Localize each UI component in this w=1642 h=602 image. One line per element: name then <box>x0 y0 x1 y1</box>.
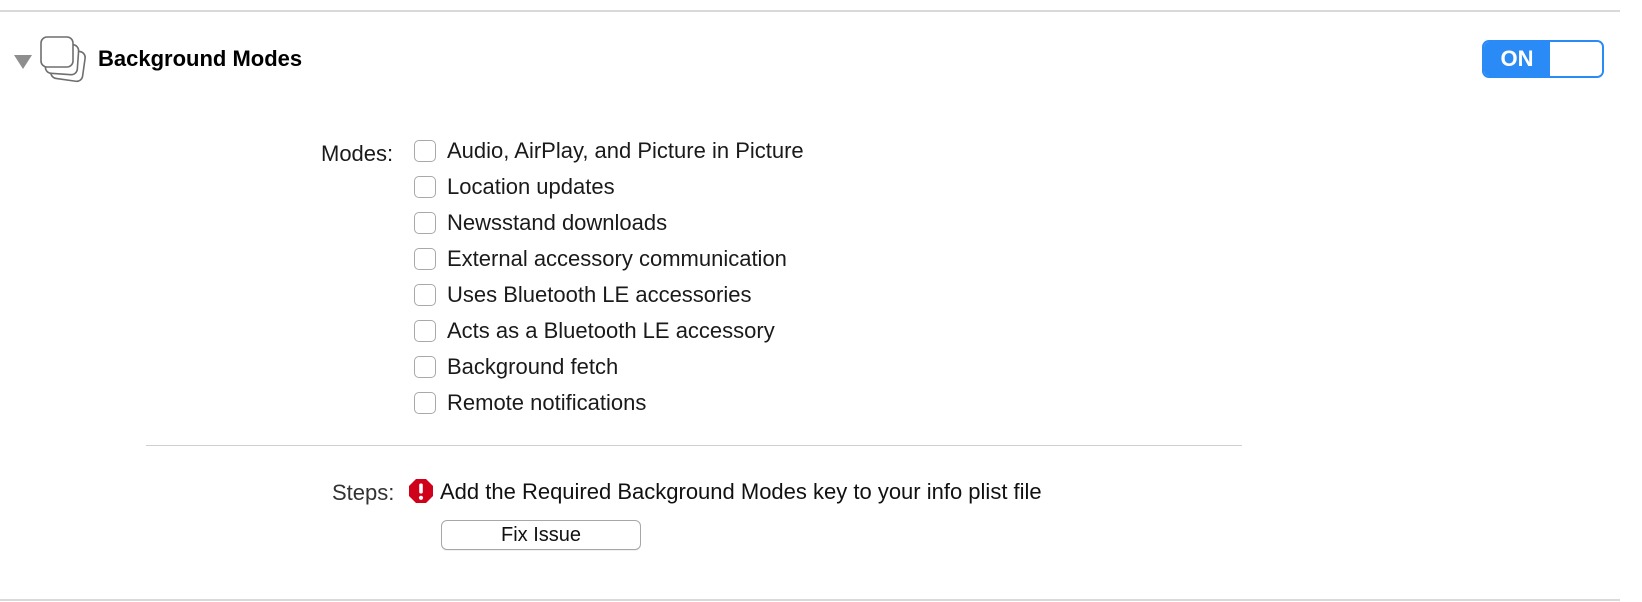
mode-label: Audio, AirPlay, and Picture in Picture <box>447 138 804 163</box>
checkbox[interactable] <box>414 392 436 414</box>
mode-label: Uses Bluetooth LE accessories <box>447 282 752 307</box>
mode-label: Newsstand downloads <box>447 210 668 235</box>
toggle-on-label: ON <box>1484 42 1550 76</box>
disclosure-triangle-down-icon[interactable] <box>12 50 34 72</box>
mode-checkbox-acts-as-bluetooth-le[interactable]: Acts as a Bluetooth LE accessory <box>414 316 775 346</box>
steps-divider <box>146 445 1242 446</box>
capability-toggle[interactable]: ON <box>1482 40 1604 78</box>
mode-checkbox-remote-notifications[interactable]: Remote notifications <box>414 388 646 418</box>
checkbox[interactable] <box>414 320 436 342</box>
capability-panel: Background Modes ON Modes: Audio, AirPla… <box>0 0 1642 602</box>
mode-label: Location updates <box>447 174 615 199</box>
mode-label: Remote notifications <box>447 390 647 415</box>
mode-label: Acts as a Bluetooth LE accessory <box>447 318 775 343</box>
checkbox[interactable] <box>414 284 436 306</box>
checkbox[interactable] <box>414 248 436 270</box>
mode-checkbox-location-updates[interactable]: Location updates <box>414 172 615 202</box>
mode-checkbox-uses-bluetooth-le[interactable]: Uses Bluetooth LE accessories <box>414 280 752 310</box>
error-icon <box>408 478 434 504</box>
top-divider <box>0 10 1620 12</box>
mode-label: External accessory communication <box>447 246 787 271</box>
step-text: Add the Required Background Modes key to… <box>440 479 1042 504</box>
mode-checkbox-audio-airplay-pip[interactable]: Audio, AirPlay, and Picture in Picture <box>414 136 804 166</box>
bottom-divider <box>0 599 1620 601</box>
modes-label: Modes: <box>321 141 394 166</box>
checkbox[interactable] <box>414 356 436 378</box>
section-title: Background Modes <box>98 46 303 71</box>
mode-checkbox-external-accessory[interactable]: External accessory communication <box>414 244 787 274</box>
fix-issue-button[interactable]: Fix Issue <box>441 520 641 550</box>
checkbox[interactable] <box>414 140 436 162</box>
steps-label: Steps: <box>332 480 395 505</box>
toggle-knob <box>1550 42 1602 76</box>
mode-checkbox-newsstand-downloads[interactable]: Newsstand downloads <box>414 208 667 238</box>
mode-checkbox-background-fetch[interactable]: Background fetch <box>414 352 618 382</box>
checkbox[interactable] <box>414 176 436 198</box>
checkbox[interactable] <box>414 212 436 234</box>
mode-label: Background fetch <box>447 354 619 379</box>
stacked-windows-icon <box>38 34 90 86</box>
